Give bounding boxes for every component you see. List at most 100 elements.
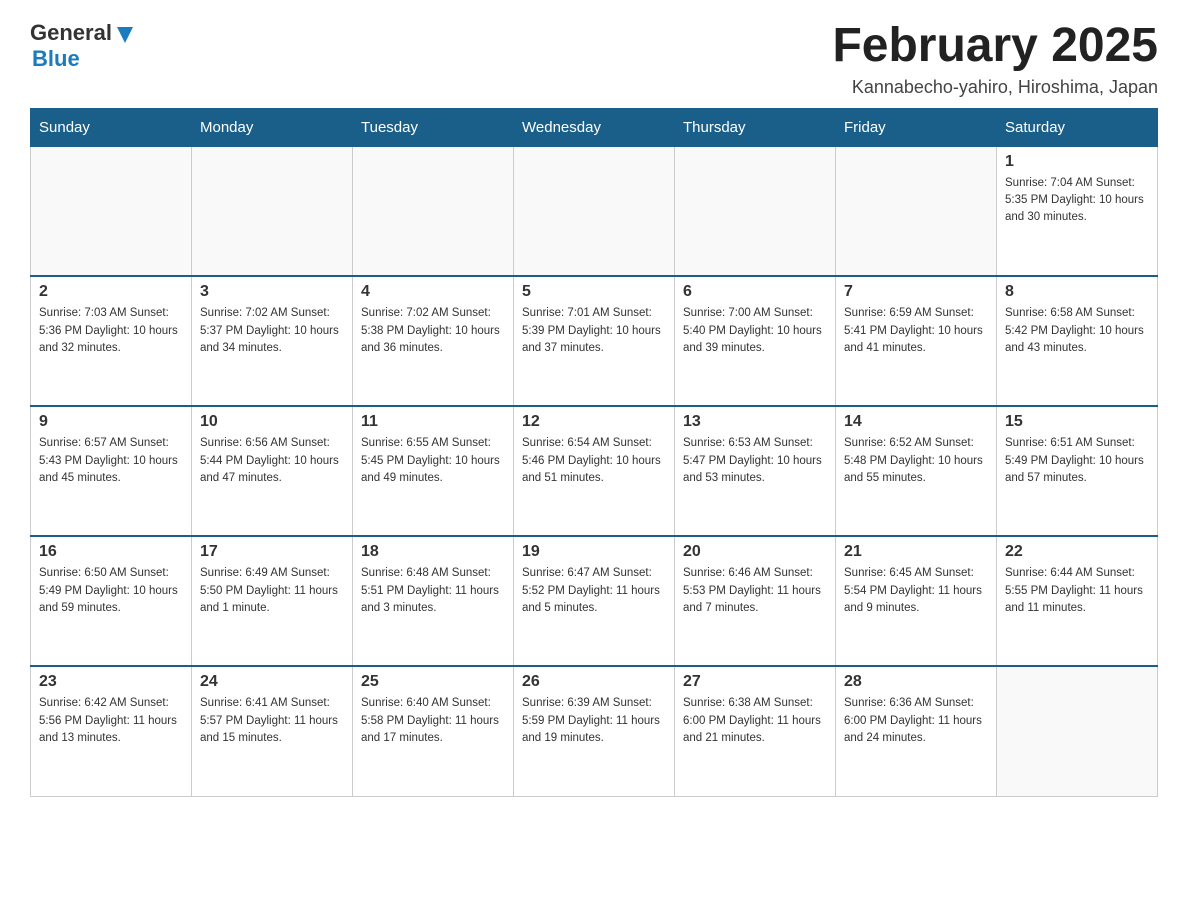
day-info: Sunrise: 7:00 AM Sunset: 5:40 PM Dayligh…	[683, 305, 827, 357]
day-number: 12	[522, 413, 666, 431]
day-info: Sunrise: 7:01 AM Sunset: 5:39 PM Dayligh…	[522, 305, 666, 357]
calendar-header-row: SundayMondayTuesdayWednesdayThursdayFrid…	[31, 108, 1158, 146]
day-info: Sunrise: 6:40 AM Sunset: 5:58 PM Dayligh…	[361, 695, 505, 747]
title-section: February 2025 Kannabecho-yahiro, Hiroshi…	[832, 20, 1158, 98]
day-number: 7	[844, 283, 988, 301]
calendar-day-cell: 24Sunrise: 6:41 AM Sunset: 5:57 PM Dayli…	[192, 666, 353, 796]
day-number: 23	[39, 673, 183, 691]
day-number: 2	[39, 283, 183, 301]
day-number: 18	[361, 543, 505, 561]
day-number: 25	[361, 673, 505, 691]
calendar-week-row: 16 Sunrise: 6:50 AM Sunset: 5:49 PM Dayli…	[31, 536, 1158, 666]
day-info: Sunrise: 7:02 AM Sunset: 5:37 PM Dayligh…	[200, 305, 344, 357]
day-info: Sunrise: 6:52 AM Sunset: 5:48 PM Dayligh…	[844, 435, 988, 487]
day-number: 11	[361, 413, 505, 431]
calendar-day-cell: 5Sunrise: 7:01 AM Sunset: 5:39 PM Daylig…	[514, 276, 675, 406]
day-info: Sunrise: 6:50 AM Sunset: 5:49 PM Dayligh…	[39, 565, 183, 617]
day-number: 28	[844, 673, 988, 691]
day-info: Sunrise: 6:56 AM Sunset: 5:44 PM Dayligh…	[200, 435, 344, 487]
day-of-week-header: Saturday	[997, 108, 1158, 146]
calendar-week-row: 23 Sunrise: 6:42 AM Sunset: 5:56 PM Dayli…	[31, 666, 1158, 796]
day-number: 26	[522, 673, 666, 691]
day-number: 22	[1005, 543, 1149, 561]
day-number: 3	[200, 283, 344, 301]
day-number: 21	[844, 543, 988, 561]
calendar-day-cell	[675, 146, 836, 276]
day-number: 17	[200, 543, 344, 561]
calendar-day-cell: 11Sunrise: 6:55 AM Sunset: 5:45 PM Dayli…	[353, 406, 514, 536]
calendar-subtitle: Kannabecho-yahiro, Hiroshima, Japan	[832, 77, 1158, 98]
day-info: Sunrise: 6:47 AM Sunset: 5:52 PM Dayligh…	[522, 565, 666, 617]
calendar-day-cell	[514, 146, 675, 276]
day-info: Sunrise: 6:54 AM Sunset: 5:46 PM Dayligh…	[522, 435, 666, 487]
calendar-week-row: 2 Sunrise: 7:03 AM Sunset: 5:36 PM Daylig…	[31, 276, 1158, 406]
calendar-day-cell: 10 Sunrise: 6:56 AM Sunset: 5:44 PM Dayli…	[192, 406, 353, 536]
calendar-day-cell	[997, 666, 1158, 796]
day-info: Sunrise: 6:57 AM Sunset: 5:43 PM Dayligh…	[39, 435, 183, 487]
calendar-day-cell: 4Sunrise: 7:02 AM Sunset: 5:38 PM Daylig…	[353, 276, 514, 406]
calendar-day-cell: 17 Sunrise: 6:49 AM Sunset: 5:50 PM Dayli…	[192, 536, 353, 666]
day-info: Sunrise: 6:51 AM Sunset: 5:49 PM Dayligh…	[1005, 435, 1149, 487]
day-number: 4	[361, 283, 505, 301]
calendar-day-cell: 27Sunrise: 6:38 AM Sunset: 6:00 PM Dayli…	[675, 666, 836, 796]
day-info: Sunrise: 7:04 AM Sunset: 5:35 PM Dayligh…	[1005, 175, 1149, 227]
day-info: Sunrise: 6:45 AM Sunset: 5:54 PM Dayligh…	[844, 565, 988, 617]
day-info: Sunrise: 6:49 AM Sunset: 5:50 PM Dayligh…	[200, 565, 344, 617]
calendar-day-cell: 9Sunrise: 6:57 AM Sunset: 5:43 PM Daylig…	[31, 406, 192, 536]
day-number: 13	[683, 413, 827, 431]
logo-blue-text: Blue	[32, 46, 80, 72]
calendar-day-cell: 26Sunrise: 6:39 AM Sunset: 5:59 PM Dayli…	[514, 666, 675, 796]
day-number: 19	[522, 543, 666, 561]
day-of-week-header: Wednesday	[514, 108, 675, 146]
day-info: Sunrise: 6:53 AM Sunset: 5:47 PM Dayligh…	[683, 435, 827, 487]
calendar-day-cell: 20 Sunrise: 6:46 AM Sunset: 5:53 PM Dayli…	[675, 536, 836, 666]
day-info: Sunrise: 6:46 AM Sunset: 5:53 PM Dayligh…	[683, 565, 827, 617]
day-number: 20	[683, 543, 827, 561]
calendar-day-cell	[192, 146, 353, 276]
day-number: 8	[1005, 283, 1149, 301]
calendar-day-cell: 19 Sunrise: 6:47 AM Sunset: 5:52 PM Dayli…	[514, 536, 675, 666]
calendar-week-row: 1Sunrise: 7:04 AM Sunset: 5:35 PM Daylig…	[31, 146, 1158, 276]
day-number: 24	[200, 673, 344, 691]
calendar-day-cell: 2 Sunrise: 7:03 AM Sunset: 5:36 PM Daylig…	[31, 276, 192, 406]
day-of-week-header: Sunday	[31, 108, 192, 146]
day-info: Sunrise: 6:44 AM Sunset: 5:55 PM Dayligh…	[1005, 565, 1149, 617]
day-number: 15	[1005, 413, 1149, 431]
calendar-day-cell: 18 Sunrise: 6:48 AM Sunset: 5:51 PM Dayli…	[353, 536, 514, 666]
day-number: 6	[683, 283, 827, 301]
calendar-day-cell: 28 Sunrise: 6:36 AM Sunset: 6:00 PM Dayli…	[836, 666, 997, 796]
calendar-day-cell	[31, 146, 192, 276]
day-of-week-header: Tuesday	[353, 108, 514, 146]
calendar-day-cell: 23 Sunrise: 6:42 AM Sunset: 5:56 PM Dayli…	[31, 666, 192, 796]
day-info: Sunrise: 7:03 AM Sunset: 5:36 PM Dayligh…	[39, 305, 183, 357]
calendar-title: February 2025	[832, 20, 1158, 73]
calendar-day-cell: 21 Sunrise: 6:45 AM Sunset: 5:54 PM Dayli…	[836, 536, 997, 666]
day-number: 16	[39, 543, 183, 561]
day-info: Sunrise: 6:42 AM Sunset: 5:56 PM Dayligh…	[39, 695, 183, 747]
calendar-day-cell: 14 Sunrise: 6:52 AM Sunset: 5:48 PM Dayli…	[836, 406, 997, 536]
calendar-day-cell: 6 Sunrise: 7:00 AM Sunset: 5:40 PM Daylig…	[675, 276, 836, 406]
calendar-day-cell: 12 Sunrise: 6:54 AM Sunset: 5:46 PM Dayli…	[514, 406, 675, 536]
calendar-day-cell: 3 Sunrise: 7:02 AM Sunset: 5:37 PM Daylig…	[192, 276, 353, 406]
calendar-day-cell: 7 Sunrise: 6:59 AM Sunset: 5:41 PM Daylig…	[836, 276, 997, 406]
logo-triangle-icon	[114, 23, 136, 45]
calendar-day-cell: 8 Sunrise: 6:58 AM Sunset: 5:42 PM Daylig…	[997, 276, 1158, 406]
day-info: Sunrise: 6:58 AM Sunset: 5:42 PM Dayligh…	[1005, 305, 1149, 357]
day-number: 14	[844, 413, 988, 431]
day-of-week-header: Monday	[192, 108, 353, 146]
day-info: Sunrise: 6:38 AM Sunset: 6:00 PM Dayligh…	[683, 695, 827, 747]
calendar-week-row: 9Sunrise: 6:57 AM Sunset: 5:43 PM Daylig…	[31, 406, 1158, 536]
day-of-week-header: Thursday	[675, 108, 836, 146]
day-info: Sunrise: 6:36 AM Sunset: 6:00 PM Dayligh…	[844, 695, 988, 747]
calendar-day-cell	[353, 146, 514, 276]
calendar-table: SundayMondayTuesdayWednesdayThursdayFrid…	[30, 108, 1158, 797]
logo: General Blue	[30, 20, 136, 72]
day-info: Sunrise: 6:48 AM Sunset: 5:51 PM Dayligh…	[361, 565, 505, 617]
calendar-day-cell: 15 Sunrise: 6:51 AM Sunset: 5:49 PM Dayli…	[997, 406, 1158, 536]
logo-general-text: General	[30, 20, 112, 46]
calendar-day-cell: 22 Sunrise: 6:44 AM Sunset: 5:55 PM Dayli…	[997, 536, 1158, 666]
day-number: 10	[200, 413, 344, 431]
day-info: Sunrise: 6:59 AM Sunset: 5:41 PM Dayligh…	[844, 305, 988, 357]
calendar-day-cell: 1Sunrise: 7:04 AM Sunset: 5:35 PM Daylig…	[997, 146, 1158, 276]
calendar-day-cell: 16 Sunrise: 6:50 AM Sunset: 5:49 PM Dayli…	[31, 536, 192, 666]
